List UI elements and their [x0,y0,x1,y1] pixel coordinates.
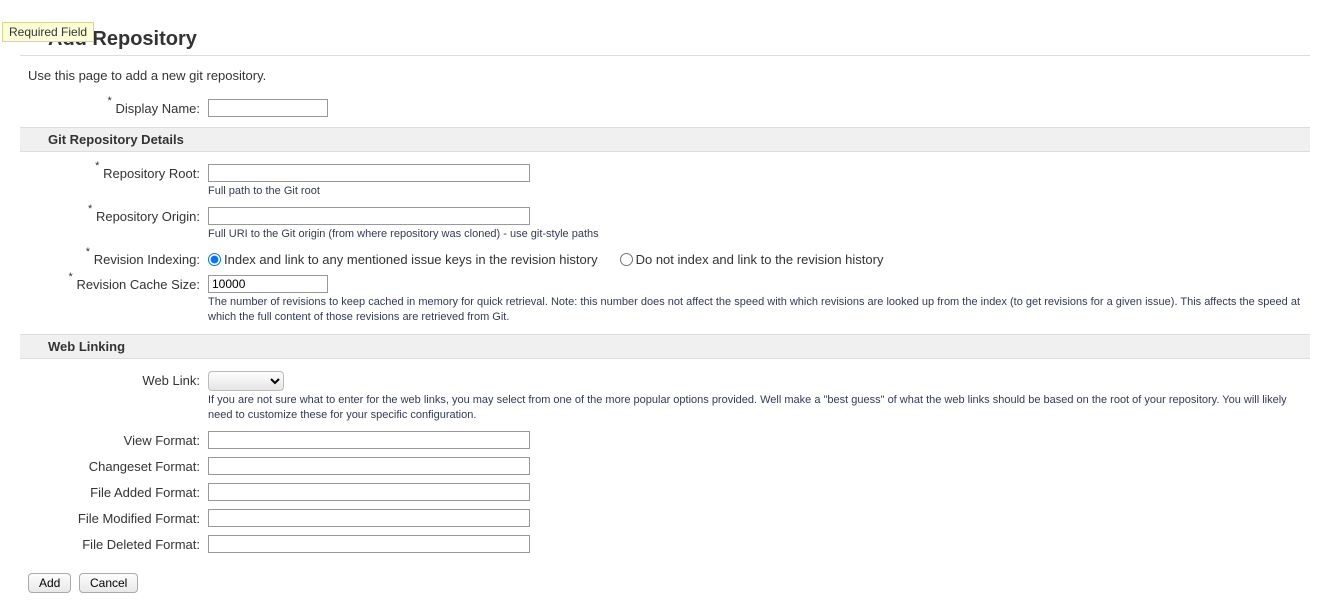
revision-indexing-option-a-label: Index and link to any mentioned issue ke… [224,252,598,267]
form-row-file-added-format: File Added Format: [0,479,1330,505]
form-row-display-name: Display Name: [0,95,1330,121]
form-row-web-link: Web Link: If you are not sure what to en… [0,367,1330,427]
form-row-changeset-format: Changeset Format: [0,453,1330,479]
repo-origin-input[interactable] [208,207,530,225]
repo-origin-label: Repository Origin: [0,207,208,224]
display-name-label: Display Name: [0,99,208,116]
changeset-format-input[interactable] [208,457,530,475]
section-git-details: Git Repository Details [20,127,1310,152]
revision-indexing-radio-b[interactable] [620,253,633,266]
revision-indexing-option-a[interactable]: Index and link to any mentioned issue ke… [208,252,598,267]
page-intro: Use this page to add a new git repositor… [0,66,1330,95]
revision-indexing-option-b[interactable]: Do not index and link to the revision hi… [620,252,884,267]
form-row-file-modified-format: File Modified Format: [0,505,1330,531]
repo-origin-hint: Full URI to the Git origin (from where r… [208,227,1310,242]
display-name-input[interactable] [208,99,328,117]
file-added-format-label: File Added Format: [0,483,208,500]
view-format-input[interactable] [208,431,530,449]
button-row: Add Cancel [0,557,1330,593]
revision-cache-size-hint: The number of revisions to keep cached i… [208,295,1310,325]
file-deleted-format-input[interactable] [208,535,530,553]
revision-cache-size-label: Revision Cache Size: [0,275,208,292]
view-format-label: View Format: [0,431,208,448]
revision-indexing-option-b-label: Do not index and link to the revision hi… [636,252,884,267]
form-row-revision-indexing: Revision Indexing: Index and link to any… [0,246,1330,271]
repo-root-hint: Full path to the Git root [208,184,1310,199]
repo-root-label: Repository Root: [0,164,208,181]
form-row-view-format: View Format: [0,427,1330,453]
required-field-tooltip: Required Field [2,22,94,42]
web-link-select[interactable] [208,371,284,391]
revision-indexing-radio-a[interactable] [208,253,221,266]
file-added-format-input[interactable] [208,483,530,501]
add-repository-page: Add Repository Use this page to add a ne… [0,0,1330,613]
form-row-repo-root: Repository Root: Full path to the Git ro… [0,160,1330,203]
changeset-format-label: Changeset Format: [0,457,208,474]
file-deleted-format-label: File Deleted Format: [0,535,208,552]
repo-root-input[interactable] [208,164,530,182]
web-link-hint: If you are not sure what to enter for th… [208,393,1310,423]
form-row-file-deleted-format: File Deleted Format: [0,531,1330,557]
revision-indexing-label: Revision Indexing: [0,250,208,267]
file-modified-format-input[interactable] [208,509,530,527]
page-title: Add Repository [20,0,1310,56]
file-modified-format-label: File Modified Format: [0,509,208,526]
cancel-button[interactable]: Cancel [79,573,138,593]
form-row-revision-cache-size: Revision Cache Size: The number of revis… [0,271,1330,329]
web-link-label: Web Link: [0,371,208,388]
section-web-linking: Web Linking [20,334,1310,359]
form-row-repo-origin: Repository Origin: Full URI to the Git o… [0,203,1330,246]
add-button[interactable]: Add [28,573,71,593]
revision-cache-size-input[interactable] [208,275,328,293]
